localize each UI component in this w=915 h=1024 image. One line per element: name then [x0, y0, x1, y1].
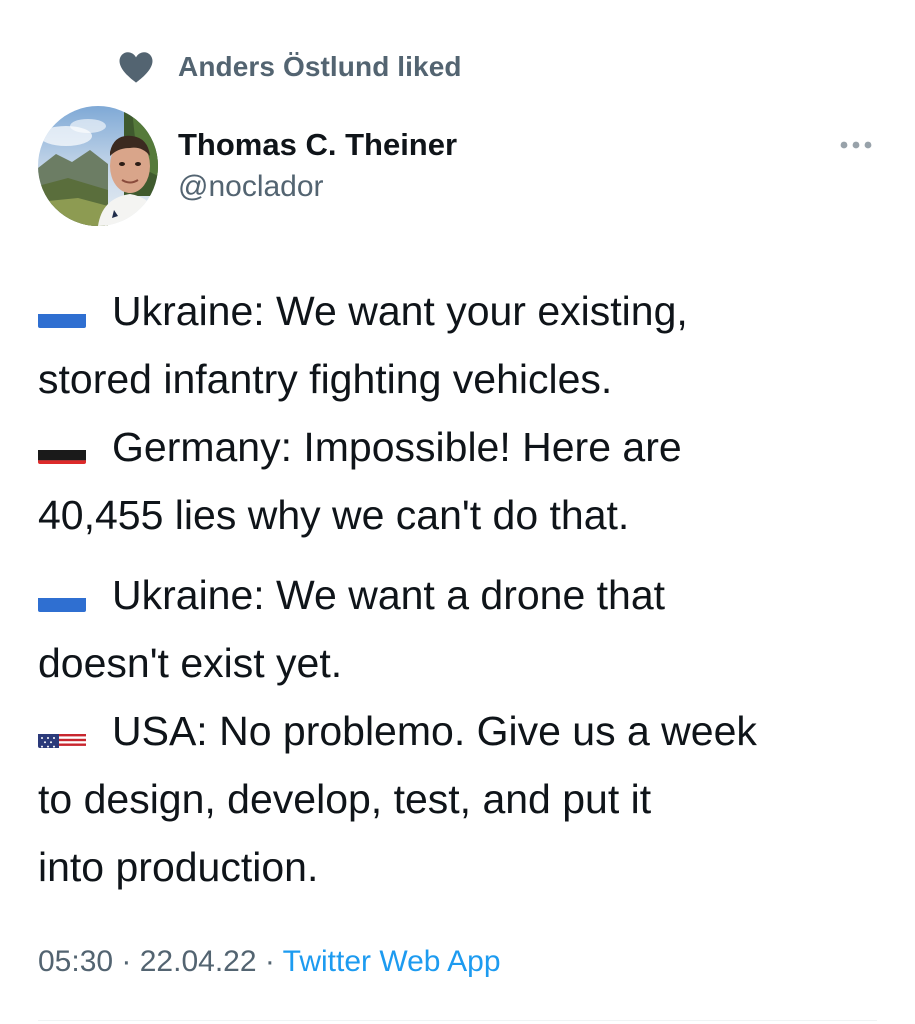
social-context: Anders Östlund liked — [118, 42, 462, 92]
tweet-line-text: Ukraine: We want a drone that — [112, 572, 666, 618]
tweet-line-text: into production. — [38, 844, 319, 890]
tweet-line: USA: No problemo. Give us a week — [38, 697, 898, 765]
tweet-line-text: stored infantry fighting vehicles. — [38, 356, 613, 402]
more-options-button[interactable] — [836, 130, 876, 160]
meta-separator: · — [113, 945, 140, 978]
germany-flag-icon — [38, 433, 86, 464]
tweet-line-text: USA: No problemo. Give us a week — [112, 708, 757, 754]
tweet-date[interactable]: 22.04.22 — [140, 945, 257, 978]
tweet-line-text: Ukraine: We want your existing, — [112, 288, 688, 334]
liked-by-text[interactable]: Anders Östlund liked — [178, 51, 462, 83]
author-name[interactable]: Thomas C. Theiner — [178, 124, 457, 166]
tweet-line-text: 40,455 lies why we can't do that. — [38, 492, 630, 538]
tweet-line: Ukraine: We want a drone that — [38, 561, 898, 629]
tweet-text: Ukraine: We want your existing, stored i… — [38, 277, 898, 901]
more-dots-icon — [836, 141, 876, 164]
tweet-line: Ukraine: We want your existing, — [38, 277, 898, 345]
author-handle[interactable]: @noclador — [178, 166, 457, 208]
ukraine-flag-icon — [38, 297, 86, 328]
tweet-source-link[interactable]: Twitter Web App — [283, 945, 501, 978]
tweet-line-text: Germany: Impossible! Here are — [112, 424, 682, 470]
ukraine-flag-icon — [38, 581, 86, 612]
tweet-time[interactable]: 05:30 — [38, 945, 113, 978]
tweet-line-text: to design, develop, test, and put it — [38, 776, 652, 822]
meta-separator: · — [256, 945, 283, 978]
usa-flag-icon — [38, 717, 86, 748]
avatar[interactable] — [38, 106, 158, 226]
tweet-paragraph: Ukraine: We want your existing, stored i… — [38, 277, 898, 549]
heart-icon — [118, 50, 154, 84]
tweet-author: Thomas C. Theiner @noclador — [178, 124, 457, 208]
tweet-line: Germany: Impossible! Here are — [38, 413, 898, 481]
tweet-metadata: 05:30 · 22.04.22 · Twitter Web App — [38, 945, 501, 979]
divider — [38, 1020, 877, 1021]
tweet-paragraph: Ukraine: We want a drone that doesn't ex… — [38, 561, 898, 901]
tweet-line-text: doesn't exist yet. — [38, 640, 343, 686]
